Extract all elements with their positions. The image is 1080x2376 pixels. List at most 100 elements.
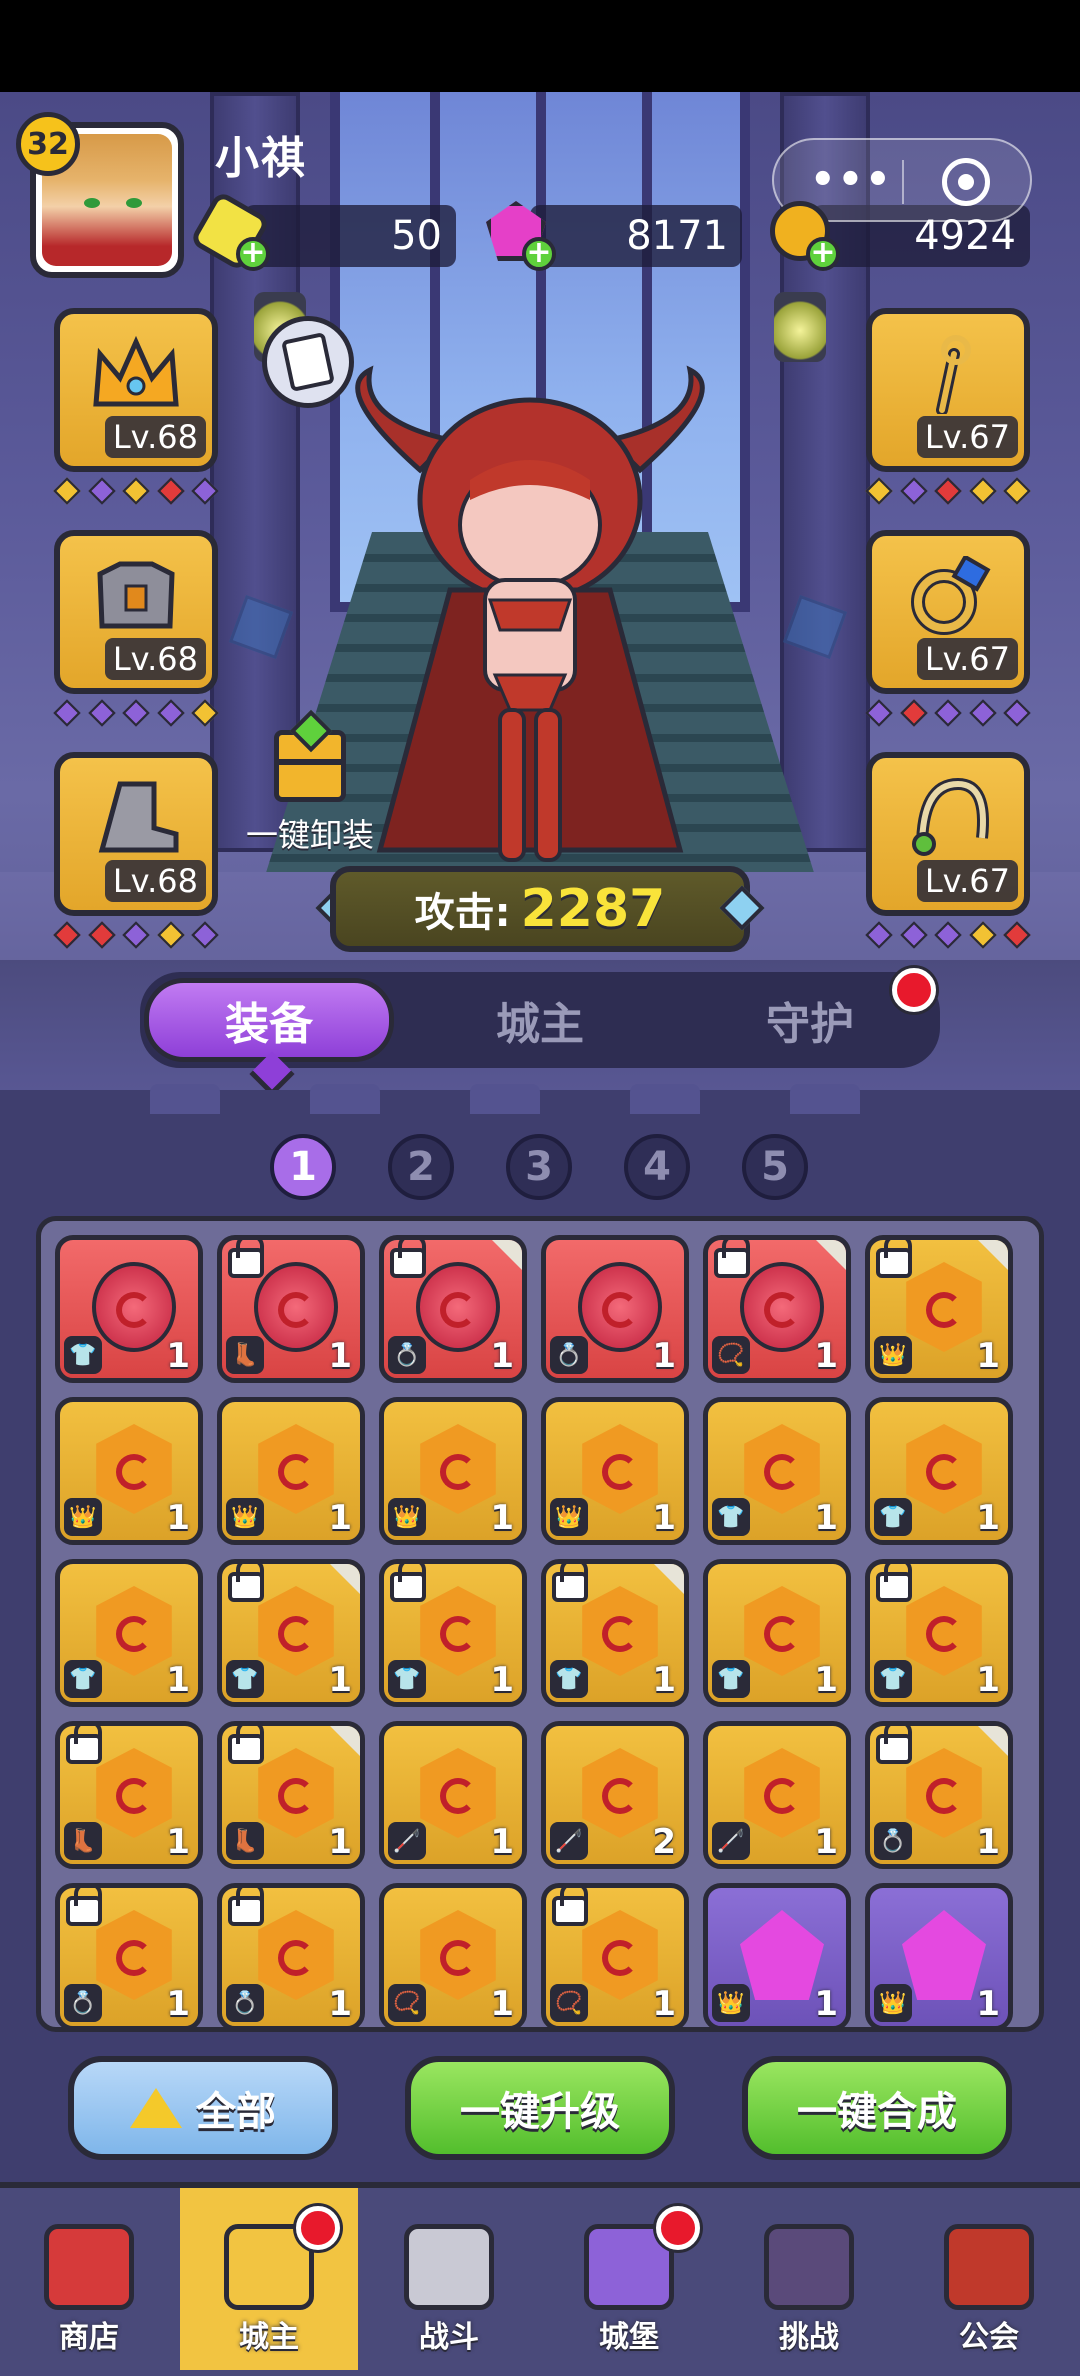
- inventory-item[interactable]: 👑 1: [55, 1397, 203, 1545]
- slot-type-icon: 👑: [64, 1498, 102, 1536]
- inventory-item[interactable]: 👑 1: [703, 1883, 851, 2027]
- star-pips: [865, 699, 1031, 727]
- nav-label: 公会: [959, 2320, 1019, 2355]
- swirl-icon: [278, 1616, 314, 1652]
- inventory-item[interactable]: 💍 1: [865, 1721, 1013, 1869]
- inventory-item[interactable]: 💍 1: [379, 1235, 527, 1383]
- inventory-item[interactable]: 👕 1: [703, 1559, 851, 1707]
- inventory-item[interactable]: 👑 1: [379, 1397, 527, 1545]
- nav-item-demon[interactable]: 挑战: [720, 2188, 898, 2370]
- swirl-icon: [116, 1616, 152, 1652]
- slot-type-icon: 👑: [874, 1336, 912, 1374]
- unequip-all-button[interactable]: 一键卸装: [240, 709, 380, 854]
- notification-dot: [892, 968, 936, 1012]
- inventory-item[interactable]: 👕 1: [379, 1559, 527, 1707]
- nav-label: 城主: [239, 2320, 299, 2355]
- inventory-item[interactable]: 👑 1: [865, 1235, 1013, 1383]
- inventory-item[interactable]: 👑 1: [217, 1397, 365, 1545]
- item-quantity: 1: [490, 1336, 514, 1376]
- equip-slot-ring[interactable]: Lv.67: [866, 530, 1030, 694]
- nav-item-swords[interactable]: 战斗: [360, 2188, 538, 2370]
- item-quantity: 1: [976, 1822, 1000, 1862]
- inventory-item[interactable]: 💍 1: [541, 1235, 689, 1383]
- lock-icon: [552, 1564, 588, 1602]
- more-menu-icon[interactable]: •••: [810, 160, 893, 200]
- equip-slot-staff[interactable]: Lv.67: [866, 308, 1030, 472]
- nav-item-crown[interactable]: 城主: [180, 2188, 358, 2370]
- page-2-button[interactable]: 2: [388, 1134, 454, 1200]
- inventory-item[interactable]: 📿 1: [703, 1235, 851, 1383]
- inventory-item[interactable]: 👢 1: [217, 1235, 365, 1383]
- swirl-icon: [278, 1454, 314, 1490]
- inventory-item[interactable]: 👕 1: [55, 1559, 203, 1707]
- inventory-item[interactable]: 👕 1: [55, 1235, 203, 1383]
- swirl-icon: [764, 1454, 800, 1490]
- inventory-item[interactable]: 📿 1: [541, 1883, 689, 2027]
- inventory-item[interactable]: 🦯 1: [703, 1721, 851, 1869]
- filter-all-button[interactable]: 全部: [68, 2056, 338, 2160]
- equip-level: Lv.68: [104, 638, 206, 680]
- slot-type-icon: 👕: [712, 1498, 750, 1536]
- slot-type-icon: 🦯: [550, 1822, 588, 1860]
- corner-flag-icon: [654, 1564, 684, 1594]
- swirl-icon: [278, 1778, 314, 1814]
- equip-level: Lv.67: [916, 638, 1018, 680]
- page-3-button[interactable]: 3: [506, 1134, 572, 1200]
- inventory-item[interactable]: 🦯 2: [541, 1721, 689, 1869]
- purple-gem-icon: [740, 1910, 824, 2000]
- equip-slot-armor[interactable]: Lv.68: [54, 530, 218, 694]
- item-quantity: 1: [490, 1822, 514, 1862]
- slot-type-icon: 💍: [874, 1822, 912, 1860]
- add-pink-diamond-button[interactable]: +: [482, 197, 556, 271]
- page-5-button[interactable]: 5: [742, 1134, 808, 1200]
- inventory-item[interactable]: 👑 1: [541, 1397, 689, 1545]
- slot-type-icon: 👕: [388, 1660, 426, 1698]
- nav-label: 战斗: [419, 2320, 479, 2355]
- add-gold-coin-button[interactable]: +: [766, 197, 840, 271]
- page-1-button[interactable]: 1: [270, 1134, 336, 1200]
- inventory-item[interactable]: 👕 1: [541, 1559, 689, 1707]
- compose-all-button[interactable]: 一键合成: [742, 2056, 1012, 2160]
- upgrade-all-button[interactable]: 一键升级: [405, 2056, 675, 2160]
- star-pip-icon: [156, 921, 185, 949]
- attack-label: 攻击:: [414, 890, 511, 936]
- item-quantity: 1: [166, 1498, 190, 1538]
- boots-icon: [98, 781, 179, 853]
- inventory-grid: 👕 1 👢 1 💍 1 💍 1 📿 1 👑 1 👑 1 👑 1 👑 1 👑 1 👕 1 👕 1 👕 1 👕 1 👕 1 👕 1 👕 1 👕 1 👢 1 👢 1…: [36, 1216, 1044, 2032]
- inventory-item[interactable]: 🦯 1: [379, 1721, 527, 1869]
- item-quantity: 1: [166, 1822, 190, 1862]
- item-quantity: 1: [652, 1336, 676, 1376]
- equip-slot-boots[interactable]: Lv.68: [54, 752, 218, 916]
- inventory-item[interactable]: 💍 1: [55, 1883, 203, 2027]
- tab-lord[interactable]: 城主: [420, 978, 660, 1062]
- inventory-item[interactable]: 👕 1: [703, 1397, 851, 1545]
- item-quantity: 1: [652, 1984, 676, 2024]
- equip-slot-amulet[interactable]: Lv.67: [866, 752, 1030, 916]
- star-pip-icon: [968, 477, 997, 505]
- nav-item-shop[interactable]: 商店: [0, 2188, 178, 2370]
- nav-label: 商店: [59, 2320, 119, 2355]
- close-miniprogram-icon[interactable]: [942, 158, 990, 206]
- tab-equipment[interactable]: 装备: [144, 978, 394, 1062]
- star-pip-icon: [53, 477, 81, 505]
- swirl-icon: [116, 1778, 152, 1814]
- inventory-item[interactable]: 👢 1: [217, 1721, 365, 1869]
- nav-label: 挑战: [779, 2320, 839, 2355]
- equip-slot-crown[interactable]: Lv.68: [54, 308, 218, 472]
- inventory-item[interactable]: 👕 1: [865, 1559, 1013, 1707]
- page-4-button[interactable]: 4: [624, 1134, 690, 1200]
- lock-icon: [228, 1888, 264, 1926]
- inventory-item[interactable]: 👑 1: [865, 1883, 1013, 2027]
- inventory-item[interactable]: 📿 1: [379, 1883, 527, 2027]
- swirl-icon: [602, 1292, 638, 1328]
- inventory-item[interactable]: 👕 1: [217, 1559, 365, 1707]
- inventory-item[interactable]: 💍 1: [217, 1883, 365, 2027]
- star-pip-icon: [191, 477, 219, 505]
- swirl-icon: [926, 1292, 962, 1328]
- nav-item-guild-banner[interactable]: 公会: [900, 2188, 1078, 2370]
- nav-item-castle[interactable]: 城堡: [540, 2188, 718, 2370]
- inventory-item[interactable]: 👢 1: [55, 1721, 203, 1869]
- lock-icon: [876, 1240, 912, 1278]
- add-gold-gem-button[interactable]: +: [189, 190, 271, 272]
- inventory-item[interactable]: 👕 1: [865, 1397, 1013, 1545]
